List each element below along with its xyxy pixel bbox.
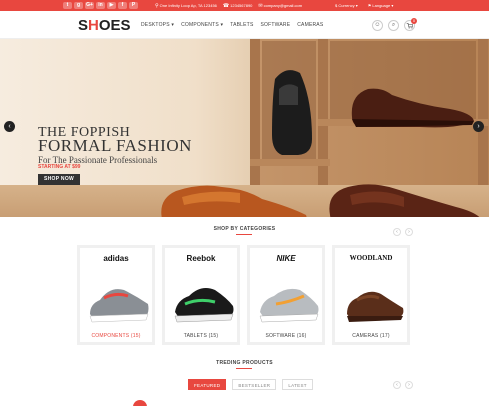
main-nav: DESKTOPS ▾ COMPONENTS ▾ TABLETS SOFTWARE… [141, 11, 323, 39]
category-label-cameras: CAMERAS (17) [352, 333, 390, 339]
header-icons: ☺ ⌕ 0 [372, 18, 417, 31]
category-label-components: COMPONENTS (15) [91, 333, 141, 339]
logo-s: S [78, 17, 89, 34]
logo-rest: OES [98, 17, 131, 34]
hero-title-line2: FORMAL FASHION [38, 136, 192, 155]
cart-count-badge: 0 [411, 18, 417, 24]
sneaker-image [89, 289, 149, 323]
logo-h: H [88, 17, 99, 34]
user-icon[interactable]: ☺ [372, 20, 383, 31]
address-text: One Infinity Loop Ap, TA 123456 [159, 2, 217, 8]
brand-nike: NIKE [276, 254, 296, 263]
sneaker-image [174, 288, 234, 323]
trending-title: TREDING PRODUCTS [216, 360, 273, 366]
location-icon: ⚲ [155, 2, 159, 9]
email-text: company@gmail.com [263, 2, 303, 8]
category-card-components[interactable]: adidas COMPONENTS (15) [77, 245, 155, 345]
tab-featured[interactable]: FEATURED [188, 379, 227, 390]
brand-adidas: adidas [103, 254, 129, 263]
shop-now-button[interactable]: SHOP NOW [38, 174, 80, 185]
trending-prev-icon[interactable]: ‹ [393, 381, 401, 389]
trending-arrows: ‹ › [393, 381, 413, 389]
slider-next-icon[interactable]: › [473, 121, 484, 132]
title-underline [236, 368, 252, 369]
phone: ☎1234567890 [223, 3, 252, 9]
categories-title: SHOP BY CATEGORIES [213, 226, 276, 232]
language-dropdown[interactable]: ⚑ Language ▾ [368, 3, 394, 8]
trending-next-icon[interactable]: › [405, 381, 413, 389]
linkedin-icon[interactable]: in [96, 2, 105, 9]
nav-tablets[interactable]: TABLETS [230, 22, 253, 28]
search-icon[interactable]: ⌕ [388, 20, 399, 31]
product-badge [133, 400, 147, 406]
currency-dropdown[interactable]: $ Currency ▾ [335, 3, 358, 8]
selectors: $ Currency ▾ ⚑ Language ▾ [335, 0, 393, 11]
phone-icon: ☎ [222, 2, 230, 9]
top-bar: t g G+ in ▶ f P ⚲One Infinity Loop Ap, T… [0, 0, 489, 11]
hero-banner: THE FOPPISH FORMAL FASHION For The Passi… [0, 39, 489, 217]
hero-price: STARTING AT $99 [38, 164, 81, 170]
youtube-icon[interactable]: ▶ [107, 2, 116, 9]
google-icon[interactable]: g [74, 2, 83, 9]
category-prev-icon[interactable]: ‹ [393, 228, 401, 236]
pinterest-icon[interactable]: P [129, 2, 138, 9]
nav-desktops-label: DESKTOPS [141, 22, 170, 28]
tab-latest[interactable]: LATEST [282, 379, 313, 390]
phone-text: 1234567890 [230, 2, 253, 8]
tab-bestseller[interactable]: BESTSELLER [232, 379, 277, 390]
facebook-icon[interactable]: f [118, 2, 127, 9]
category-next-icon[interactable]: › [405, 228, 413, 236]
category-card-cameras[interactable]: WOODLAND CAMERAS (17) [332, 245, 410, 345]
nav-cameras[interactable]: CAMERAS [297, 22, 323, 28]
google-plus-icon[interactable]: G+ [85, 2, 94, 9]
category-label-software: SOFTWARE (16) [265, 333, 307, 339]
social-links: t g G+ in ▶ f P [63, 2, 138, 9]
slider-prev-icon[interactable]: ‹ [4, 121, 15, 132]
language-label: Language [372, 3, 391, 8]
category-label-tablets: TABLETS (15) [183, 333, 219, 339]
category-arrows: ‹ › [393, 228, 413, 236]
boot-image [347, 291, 404, 322]
brand-woodland: WOODLAND [349, 254, 393, 262]
category-card-tablets[interactable]: Reebok TABLETS (15) [162, 245, 240, 345]
email[interactable]: ✉company@gmail.com [258, 3, 302, 9]
contact-info: ⚲One Infinity Loop Ap, TA 123456 ☎123456… [155, 0, 302, 11]
currency-label: Currency [338, 3, 355, 8]
nav-software[interactable]: SOFTWARE [260, 22, 290, 28]
nav-desktops[interactable]: DESKTOPS ▾ [141, 22, 174, 28]
category-card-software[interactable]: NIKE SOFTWARE (16) [247, 245, 325, 345]
address: ⚲One Infinity Loop Ap, TA 123456 [155, 3, 217, 9]
cart-icon[interactable]: 0 [404, 18, 417, 31]
sneaker-image [259, 288, 319, 323]
mail-icon: ✉ [258, 2, 263, 9]
logo[interactable]: SHOES [78, 17, 131, 34]
header: SHOES DESKTOPS ▾ COMPONENTS ▾ TABLETS SO… [0, 11, 489, 39]
nav-components[interactable]: COMPONENTS ▾ [181, 22, 223, 28]
brand-reebok: Reebok [186, 254, 216, 263]
twitter-icon[interactable]: t [63, 2, 72, 9]
title-underline [236, 234, 252, 235]
nav-components-label: COMPONENTS [181, 22, 219, 28]
trending-tabs: FEATURED BESTSELLER LATEST [188, 379, 313, 390]
